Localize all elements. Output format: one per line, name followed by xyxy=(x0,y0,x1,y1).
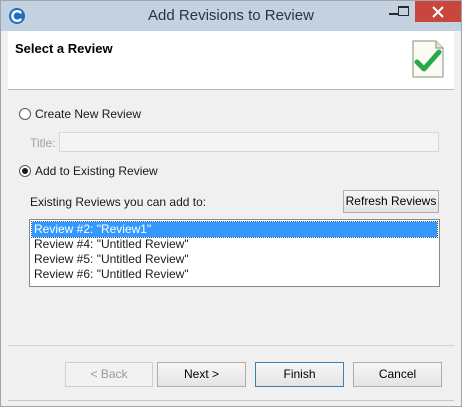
cancel-button-label: Cancel xyxy=(378,367,417,381)
add-existing-radio[interactable] xyxy=(19,165,31,177)
create-new-label[interactable]: Create New Review xyxy=(35,107,141,121)
finish-button-label: Finish xyxy=(283,367,316,381)
title-bar[interactable]: Add Revisions to Review xyxy=(1,1,461,31)
next-button-label: Next > xyxy=(183,367,219,381)
next-button[interactable]: Next > xyxy=(157,362,246,387)
list-item[interactable]: Review #5: "Untitled Review" xyxy=(32,252,437,267)
footer-separator xyxy=(8,345,454,346)
dialog-window: Add Revisions to Review Select a Review … xyxy=(0,0,462,407)
refresh-reviews-button[interactable]: Refresh Reviews xyxy=(343,190,439,213)
close-icon xyxy=(432,6,444,18)
wizard-header: Select a Review xyxy=(8,31,454,90)
maximize-icon[interactable] xyxy=(398,6,409,16)
list-item[interactable]: Review #6: "Untitled Review" xyxy=(32,267,437,282)
cancel-button[interactable]: Cancel xyxy=(353,362,442,387)
title-label: Title: xyxy=(30,136,56,150)
back-button-label: < Back xyxy=(90,367,128,381)
title-field[interactable] xyxy=(59,132,439,152)
refresh-reviews-label: Refresh Reviews xyxy=(345,194,437,208)
page-title: Select a Review xyxy=(15,41,113,56)
bottom-edge xyxy=(8,400,454,401)
create-new-radio[interactable] xyxy=(19,108,31,120)
back-button: < Back xyxy=(65,362,153,387)
list-item[interactable]: Review #2: "Review1" xyxy=(31,221,438,238)
existing-reviews-label: Existing Reviews you can add to: xyxy=(30,195,207,209)
checklist-icon xyxy=(412,40,444,78)
finish-button[interactable]: Finish xyxy=(255,362,344,387)
list-item[interactable]: Review #4: "Untitled Review" xyxy=(32,237,437,252)
window-title: Add Revisions to Review xyxy=(148,7,314,24)
reviews-list[interactable]: Review #2: "Review1" Review #4: "Untitle… xyxy=(29,219,440,287)
add-existing-label[interactable]: Add to Existing Review xyxy=(35,164,158,178)
